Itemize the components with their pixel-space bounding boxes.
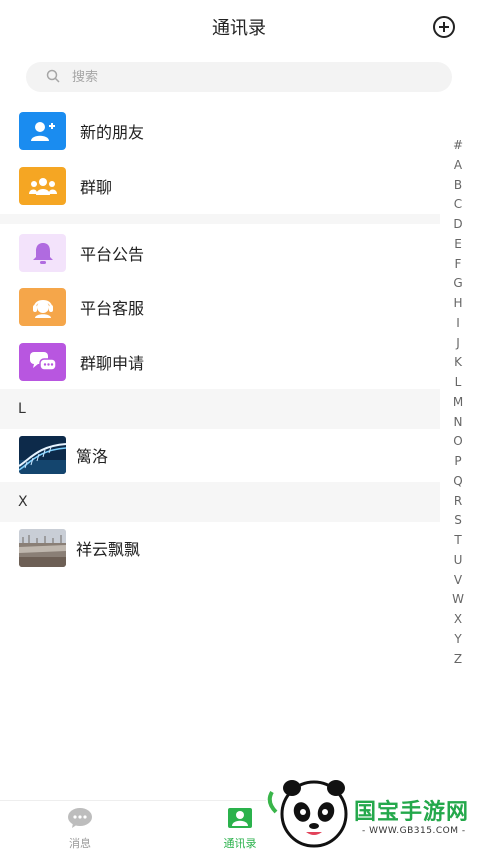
index-letter[interactable]: U [448, 551, 468, 571]
group-chat-item[interactable]: 群聊 [0, 159, 440, 213]
index-letter[interactable]: N [448, 413, 468, 433]
group-request-item[interactable]: 群聊申请 [0, 335, 440, 389]
new-friends-item[interactable]: 新的朋友 [0, 104, 440, 158]
chat-bubble-icon [68, 808, 92, 828]
contacts-icon [228, 808, 252, 828]
group-request-label: 群聊申请 [80, 354, 145, 373]
section-header-l: L [0, 389, 440, 429]
search-input[interactable] [72, 66, 432, 88]
contact-row[interactable]: 祥云飘飘 [0, 521, 440, 575]
index-letter[interactable]: J [448, 334, 468, 354]
watermark-brand: 国宝手游网 [354, 800, 470, 825]
avatar [19, 529, 66, 567]
index-letter[interactable]: E [448, 235, 468, 255]
search-icon [46, 69, 60, 83]
index-letter[interactable]: V [448, 571, 468, 591]
index-letter[interactable]: B [448, 176, 468, 196]
tab-messages-label: 消息 [69, 837, 91, 850]
index-letter[interactable]: H [448, 294, 468, 314]
alphabet-index[interactable]: # A B C D E F G H I J K L M N O P Q R S … [448, 136, 468, 669]
customer-service-item[interactable]: 平台客服 [0, 280, 440, 334]
contact-name: 祥云飘飘 [76, 540, 141, 559]
index-letter[interactable]: A [448, 156, 468, 176]
watermark-logo: 国宝手游网 - WWW.GB315.COM - [266, 772, 478, 850]
top-bar: 通讯录 [0, 0, 478, 52]
index-letter[interactable]: L [448, 373, 468, 393]
index-letter[interactable]: O [448, 432, 468, 452]
new-friend-icon [19, 112, 66, 150]
index-letter[interactable]: # [448, 136, 468, 156]
new-friends-label: 新的朋友 [80, 123, 145, 142]
watermark-url: - WWW.GB315.COM - [362, 826, 466, 836]
section-letter: L [18, 401, 26, 417]
search-bar[interactable] [26, 62, 452, 92]
index-letter[interactable]: Z [448, 650, 468, 670]
index-letter[interactable]: W [448, 590, 468, 610]
avatar [19, 436, 66, 474]
group-chat-icon [19, 167, 66, 205]
section-letter: X [18, 494, 28, 510]
index-letter[interactable]: C [448, 195, 468, 215]
platform-notice-label: 平台公告 [80, 245, 145, 264]
index-letter[interactable]: G [448, 274, 468, 294]
index-letter[interactable]: M [448, 393, 468, 413]
contact-row[interactable]: 篱洛 [0, 428, 440, 482]
customer-service-icon [19, 288, 66, 326]
index-letter[interactable]: T [448, 531, 468, 551]
group-chat-label: 群聊 [80, 178, 113, 197]
contact-name: 篱洛 [76, 447, 109, 466]
tab-contacts-label: 通讯录 [223, 837, 257, 850]
index-letter[interactable]: X [448, 610, 468, 630]
add-icon[interactable] [433, 16, 455, 38]
index-letter[interactable]: S [448, 511, 468, 531]
chat-bubbles-icon [19, 343, 66, 381]
page-title: 通讯录 [212, 18, 266, 39]
index-letter[interactable]: F [448, 255, 468, 275]
index-letter[interactable]: I [448, 314, 468, 334]
bell-icon [19, 234, 66, 272]
index-letter[interactable]: K [448, 353, 468, 373]
customer-service-label: 平台客服 [80, 299, 145, 318]
platform-notice-item[interactable]: 平台公告 [0, 226, 440, 280]
divider [0, 214, 440, 224]
index-letter[interactable]: R [448, 492, 468, 512]
index-letter[interactable]: Q [448, 472, 468, 492]
tab-messages[interactable]: 消息 [50, 807, 110, 850]
tab-contacts[interactable]: 通讯录 [210, 807, 270, 850]
index-letter[interactable]: Y [448, 630, 468, 650]
section-header-x: X [0, 482, 440, 522]
index-letter[interactable]: P [448, 452, 468, 472]
index-letter[interactable]: D [448, 215, 468, 235]
